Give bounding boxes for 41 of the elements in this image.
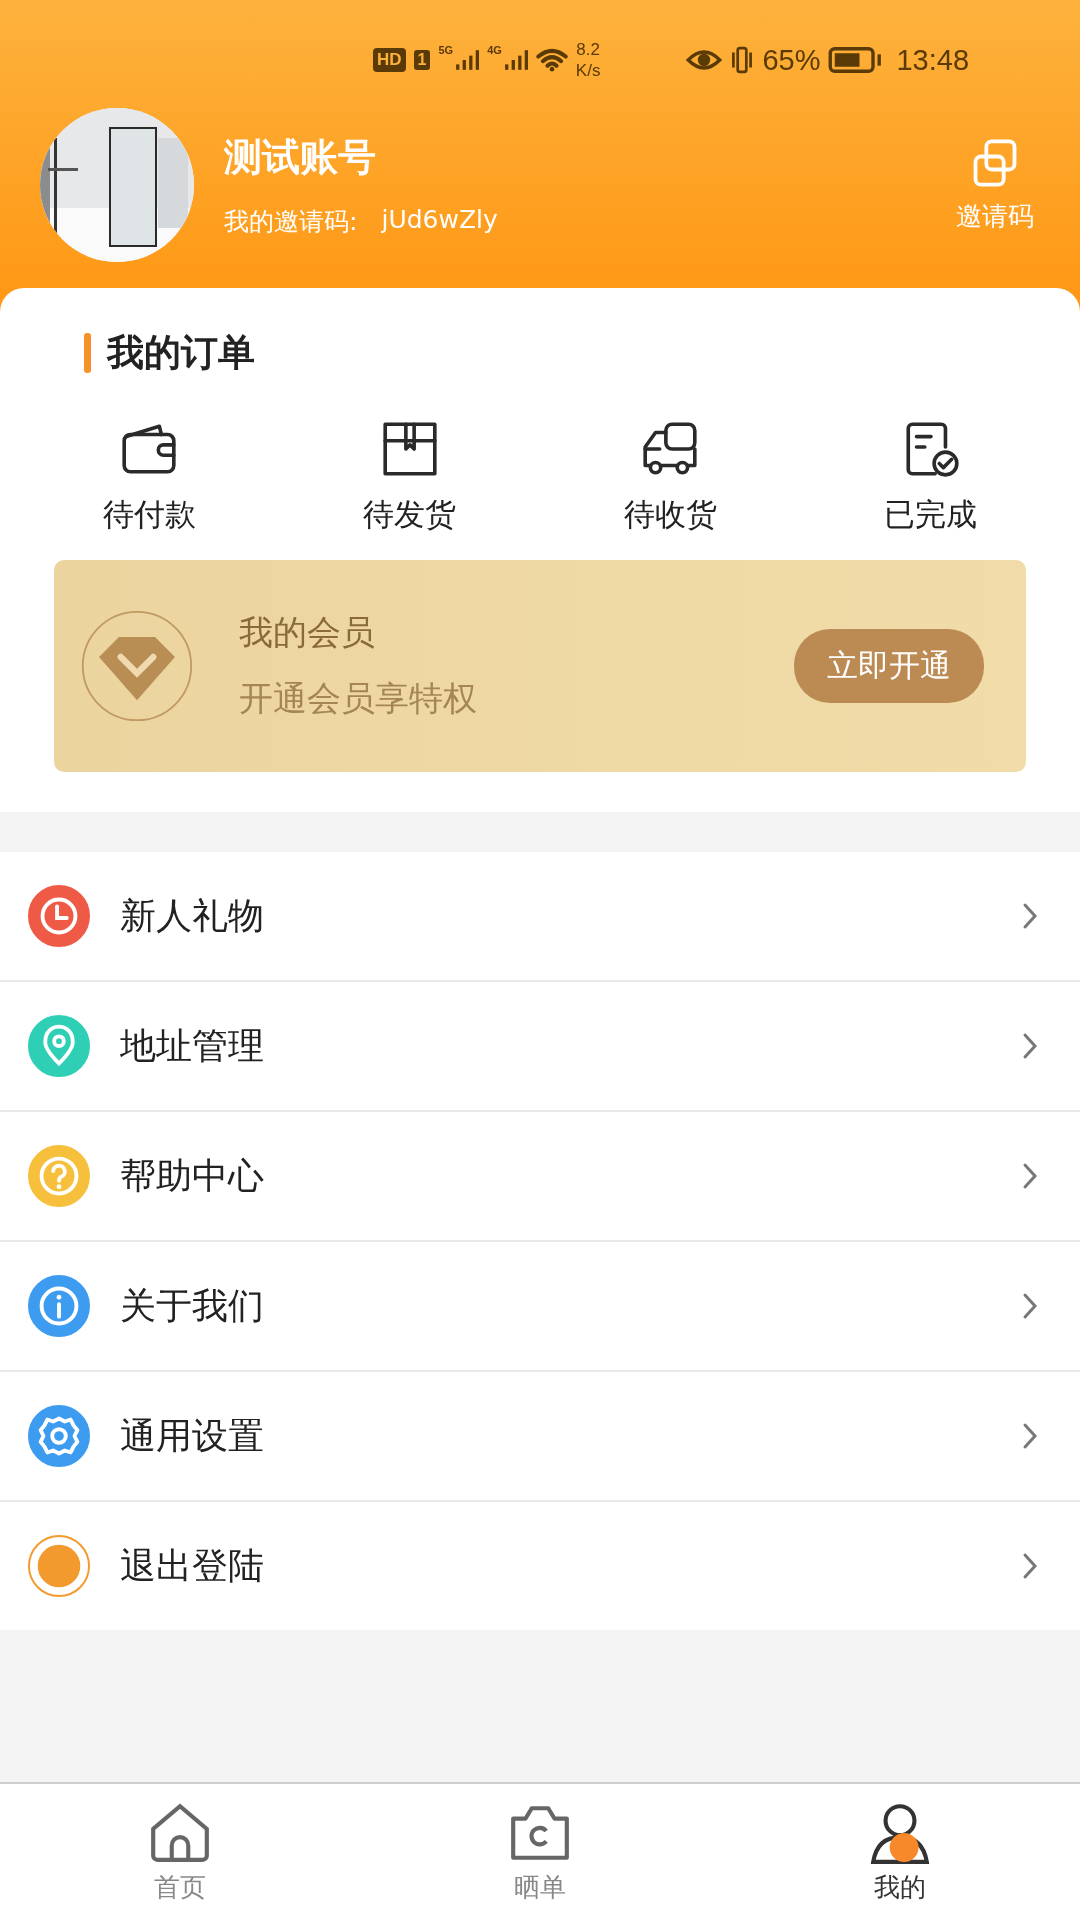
chevron-right-icon (1022, 1292, 1038, 1320)
invite-code: jUd6wZly (381, 205, 498, 236)
section-title: 我的订单 (107, 330, 255, 376)
menu-item[interactable]: 地址管理 (0, 982, 1080, 1110)
menu-item[interactable]: 退出登陆 (0, 1502, 1080, 1630)
speed-value: 8.2 (576, 39, 600, 60)
speed-unit: K/s (575, 60, 601, 81)
battery-icon (828, 46, 883, 74)
signal-icon (503, 49, 528, 71)
battery-percent: 65% (762, 43, 821, 77)
menu-item[interactable]: 通用设置 (0, 1372, 1080, 1500)
order-status-button[interactable]: 待发货 (324, 418, 495, 536)
chevron-right-icon (1022, 1552, 1038, 1580)
chevron-right-icon (1022, 1032, 1038, 1060)
membership-title: 我的会员 (239, 611, 376, 654)
diamond-badge-icon (81, 610, 193, 722)
network-label: 4G (487, 44, 502, 56)
network-label: 5G (438, 44, 454, 56)
signal-icon (455, 49, 480, 71)
menu-item[interactable]: 帮助中心 (0, 1112, 1080, 1240)
membership-subtitle: 开通会员享特权 (239, 677, 478, 720)
clock-time: 13:48 (896, 43, 970, 77)
order-status-button[interactable]: 待付款 (64, 418, 234, 536)
sim-badge: 1 (413, 50, 431, 70)
chevron-right-icon (1022, 1422, 1038, 1450)
order-status-button[interactable]: 待收货 (585, 418, 756, 536)
account-name: 测试账号 (224, 134, 377, 181)
invite-code-label: 我的邀请码: (224, 206, 358, 238)
menu-item[interactable]: 关于我们 (0, 1242, 1080, 1370)
tab-bar-item[interactable]: 首页 (0, 1784, 360, 1920)
tab-bar-item[interactable]: 我的 (720, 1784, 1080, 1920)
hd-badge: HD (373, 48, 406, 72)
wifi-icon (535, 47, 568, 73)
vibrate-icon (730, 46, 755, 74)
order-status-button[interactable]: 已完成 (845, 418, 1016, 536)
eye-icon (686, 48, 723, 72)
chevron-right-icon (1022, 902, 1038, 930)
chevron-right-icon (1022, 1162, 1038, 1190)
accent-bar (84, 333, 91, 373)
menu-item[interactable]: 新人礼物 (0, 852, 1080, 980)
tab-bar-item[interactable]: 晒单 (360, 1784, 720, 1920)
